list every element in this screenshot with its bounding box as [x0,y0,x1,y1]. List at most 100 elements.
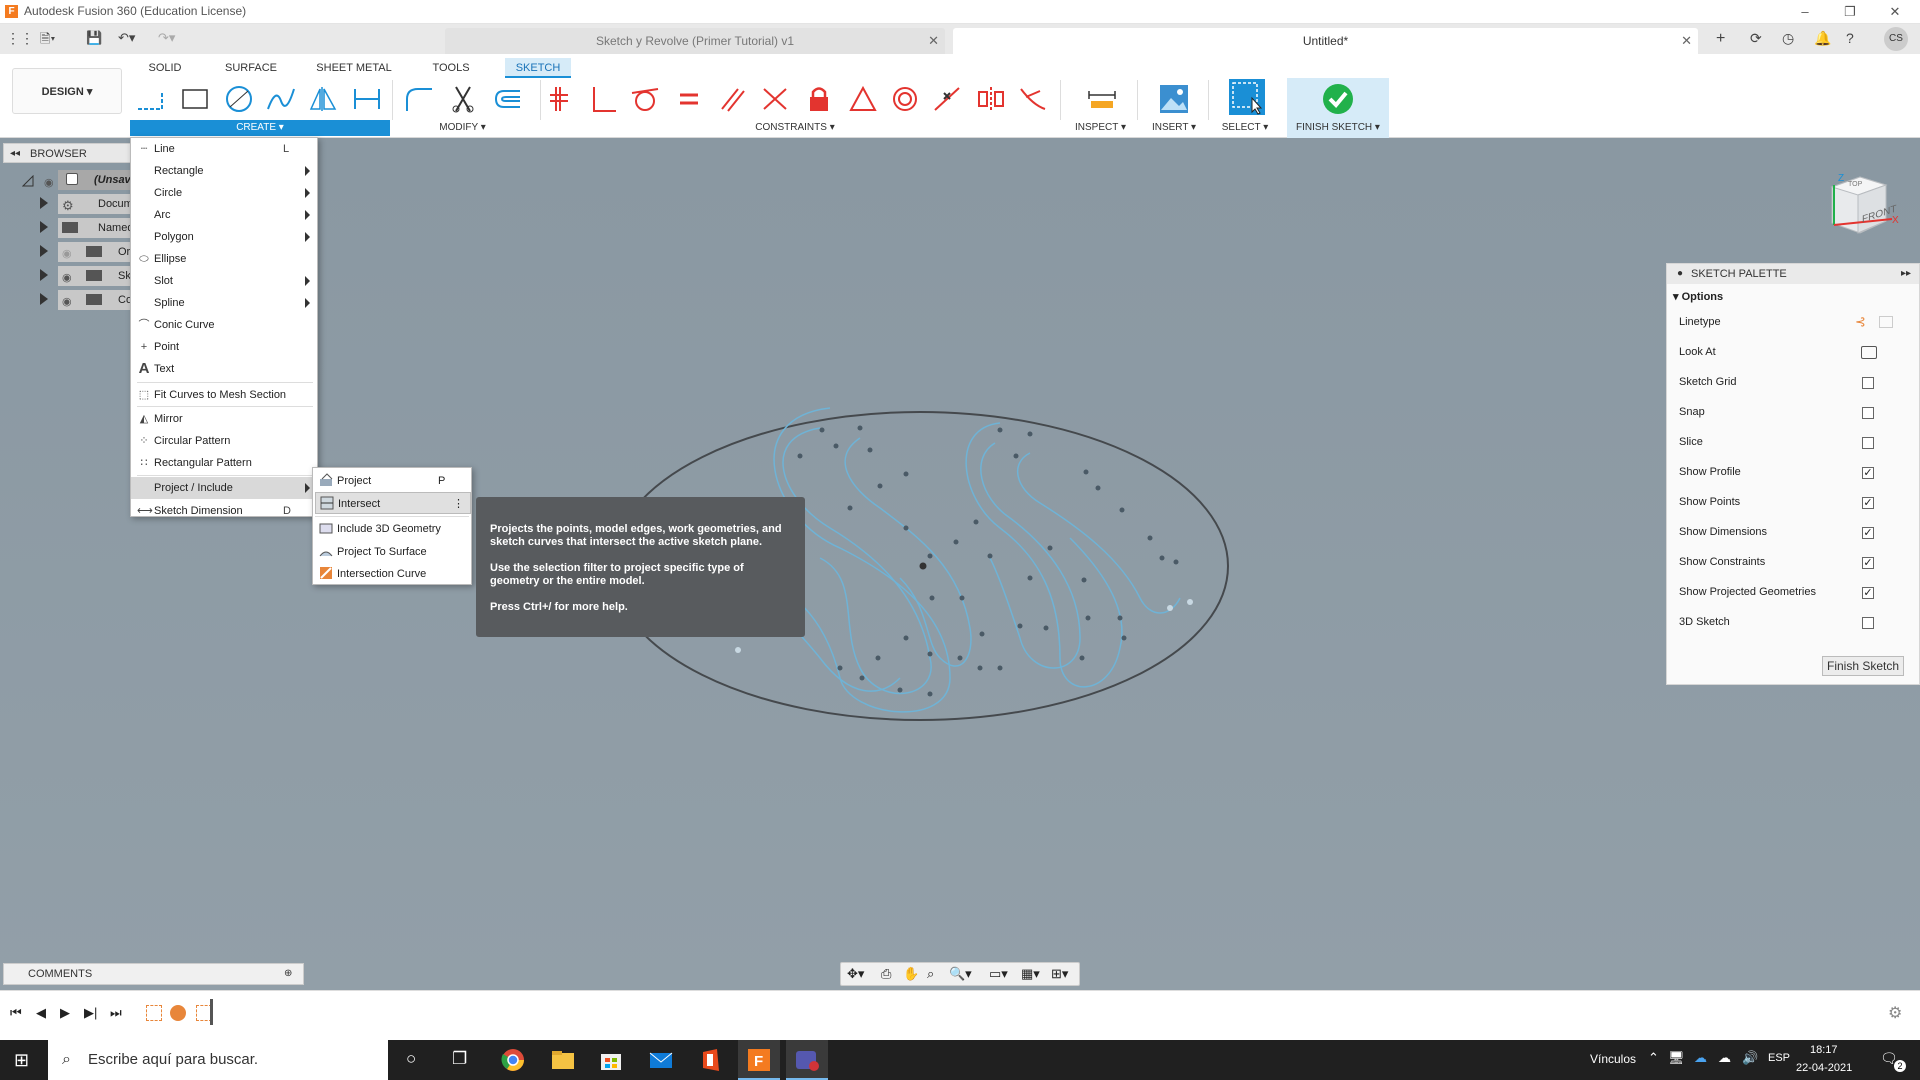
windows-start-icon[interactable]: ⊞ [14,1050,29,1071]
volume-icon[interactable]: 🔊 [1742,1050,1758,1066]
menu-item-sketch-dimension[interactable]: ⟷ Sketch Dimension D [131,500,317,522]
tab-surface[interactable]: SURFACE [218,58,284,78]
modify-group-label[interactable]: MODIFY ▾ [430,120,495,136]
tab-sketch-revolve[interactable]: Sketch y Revolve (Primer Tutorial) v1 ✕ [445,28,945,54]
constraints-group-label[interactable]: CONSTRAINTS ▾ [740,120,850,136]
grid-settings-icon[interactable]: ▦▾ [1021,966,1040,982]
viewcube[interactable]: FRONT TOP Z X [1820,163,1902,239]
palette-header[interactable]: ● SKETCH PALETTE ▸▸ [1667,264,1919,284]
network-icon[interactable]: 🖥 [1668,1050,1685,1066]
extensions-icon[interactable]: ⟳ [1750,30,1770,48]
tab-solid[interactable]: SOLID [140,58,190,78]
redo-icon[interactable]: ↷▾ [158,30,188,48]
equal-constraint-icon[interactable] [672,82,706,116]
show-constraints-checkbox[interactable]: ✓ [1862,557,1874,569]
office-icon[interactable] [698,1048,724,1072]
language-indicator[interactable]: ESP [1768,1052,1790,1064]
fillet-tool-icon[interactable] [402,82,436,116]
construction-linetype-icon[interactable]: ⊰ [1855,307,1866,337]
select-tool-icon[interactable] [1228,78,1266,116]
options-section-header[interactable]: ▾ Options [1673,290,1723,303]
show-projected-checkbox[interactable]: ✓ [1862,587,1874,599]
store-icon[interactable] [598,1048,624,1072]
task-view-icon[interactable]: ❐ [452,1049,467,1069]
finish-sketch-button[interactable]: Finish Sketch [1822,656,1904,676]
orbit-icon[interactable]: ✥▾ [847,966,864,982]
line-tool-icon[interactable] [134,82,168,116]
centerline-linetype-icon[interactable] [1879,316,1893,328]
fit-icon[interactable]: 🔍▾ [949,966,972,982]
help-icon[interactable]: ? [1846,30,1866,48]
show-profile-checkbox[interactable]: ✓ [1862,467,1874,479]
onedrive-icon[interactable]: ☁ [1694,1050,1707,1066]
file-explorer-icon[interactable] [550,1048,576,1072]
inspect-group-label[interactable]: INSPECT ▾ [1068,120,1133,136]
expand-icon[interactable] [40,245,48,257]
tab-sketch[interactable]: SKETCH [505,58,571,78]
collinear-constraint-icon[interactable] [758,82,792,116]
curvature-constraint-icon[interactable] [1016,82,1050,116]
step-back-icon[interactable]: ◀ [36,1005,46,1021]
show-hidden-icons-icon[interactable]: ⌃ [1648,1050,1659,1066]
step-forward-icon[interactable]: ▶| [84,1005,97,1021]
new-tab-icon[interactable]: + [1716,30,1736,48]
visibility-eye-icon[interactable]: ◉ [62,292,72,312]
cortana-icon[interactable]: ○ [406,1049,416,1069]
file-icon[interactable]: 🗎▾ [40,30,58,48]
snap-checkbox[interactable] [1862,407,1874,419]
select-group-label[interactable]: SELECT ▾ [1214,120,1276,136]
menu-item-rectangle[interactable]: Rectangle [131,160,317,182]
submenu-item-intersect[interactable]: Intersect ⋮ [315,492,471,514]
spline-tool-icon[interactable] [264,82,298,116]
menu-item-spline[interactable]: Spline [131,292,317,314]
submenu-item-intersection-curve[interactable]: Intersection Curve [315,563,471,585]
job-status-icon[interactable]: ◷ [1782,30,1802,48]
menu-item-polygon[interactable]: Polygon [131,226,317,248]
minimize-icon[interactable]: – [1790,2,1820,22]
close-window-icon[interactable]: ✕ [1880,2,1910,22]
dimension-tool-icon[interactable] [350,82,384,116]
user-avatar[interactable]: CS [1884,27,1908,51]
clock-date[interactable]: 22-04-2021 [1796,1062,1852,1074]
mail-icon[interactable] [648,1048,674,1072]
measure-tool-icon[interactable] [1085,82,1119,116]
midpoint-constraint-icon[interactable] [930,82,964,116]
menu-item-ellipse[interactable]: ⬭ Ellipse [131,248,317,270]
expand-icon[interactable] [40,197,48,209]
expand-icon[interactable] [40,221,48,233]
menu-item-fit-curves[interactable]: ⬚ Fit Curves to Mesh Section [131,384,317,406]
viewcube-top-label[interactable]: TOP [1848,181,1862,188]
collapse-browser-icon[interactable]: ◂◂ [10,144,20,164]
submenu-item-include-3d-geometry[interactable]: Include 3D Geometry [315,518,471,540]
submenu-item-project-to-surface[interactable]: Project To Surface [315,541,471,563]
menu-item-slot[interactable]: Slot [131,270,317,292]
expand-icon[interactable] [40,269,48,281]
visibility-eye-icon[interactable]: ◉ [62,268,72,288]
sketch-grid-checkbox[interactable] [1862,377,1874,389]
tangent-constraint-icon[interactable] [628,82,662,116]
menu-item-arc[interactable]: Arc [131,204,317,226]
slice-checkbox[interactable] [1862,437,1874,449]
visibility-eye-icon[interactable]: ◉ [62,244,72,264]
rectangle-tool-icon[interactable] [178,82,212,116]
concentric-constraint-icon[interactable] [888,82,922,116]
timeline-marker[interactable] [210,999,213,1025]
teams-taskbar-button[interactable] [786,1040,828,1080]
look-at-icon[interactable]: ⎙ [881,966,891,982]
expand-palette-icon[interactable]: ▸▸ [1901,264,1911,284]
offset-tool-icon[interactable] [490,82,524,116]
taskbar-search-box[interactable]: ⌕ Escribe aquí para buscar. [48,1040,388,1080]
close-tab-icon[interactable]: ✕ [928,28,939,54]
tab-sheet-metal[interactable]: SHEET METAL [316,58,392,78]
menu-item-text[interactable]: A Text [131,358,317,380]
palette-menu-icon[interactable]: ● [1677,264,1683,284]
submenu-item-project[interactable]: Project P [315,470,471,492]
menu-item-mirror[interactable]: ◭ Mirror [131,408,317,430]
fusion-taskbar-button[interactable]: F [738,1040,780,1080]
coincident-constraint-icon[interactable] [544,82,578,116]
comments-panel[interactable]: COMMENTS ⊕ [3,963,304,985]
timeline-settings-gear-icon[interactable]: ⚙ [1888,1003,1902,1023]
viewports-icon[interactable]: ⊞▾ [1051,966,1068,982]
circle-tool-icon[interactable] [222,82,256,116]
display-settings-icon[interactable]: ▭▾ [989,966,1008,982]
